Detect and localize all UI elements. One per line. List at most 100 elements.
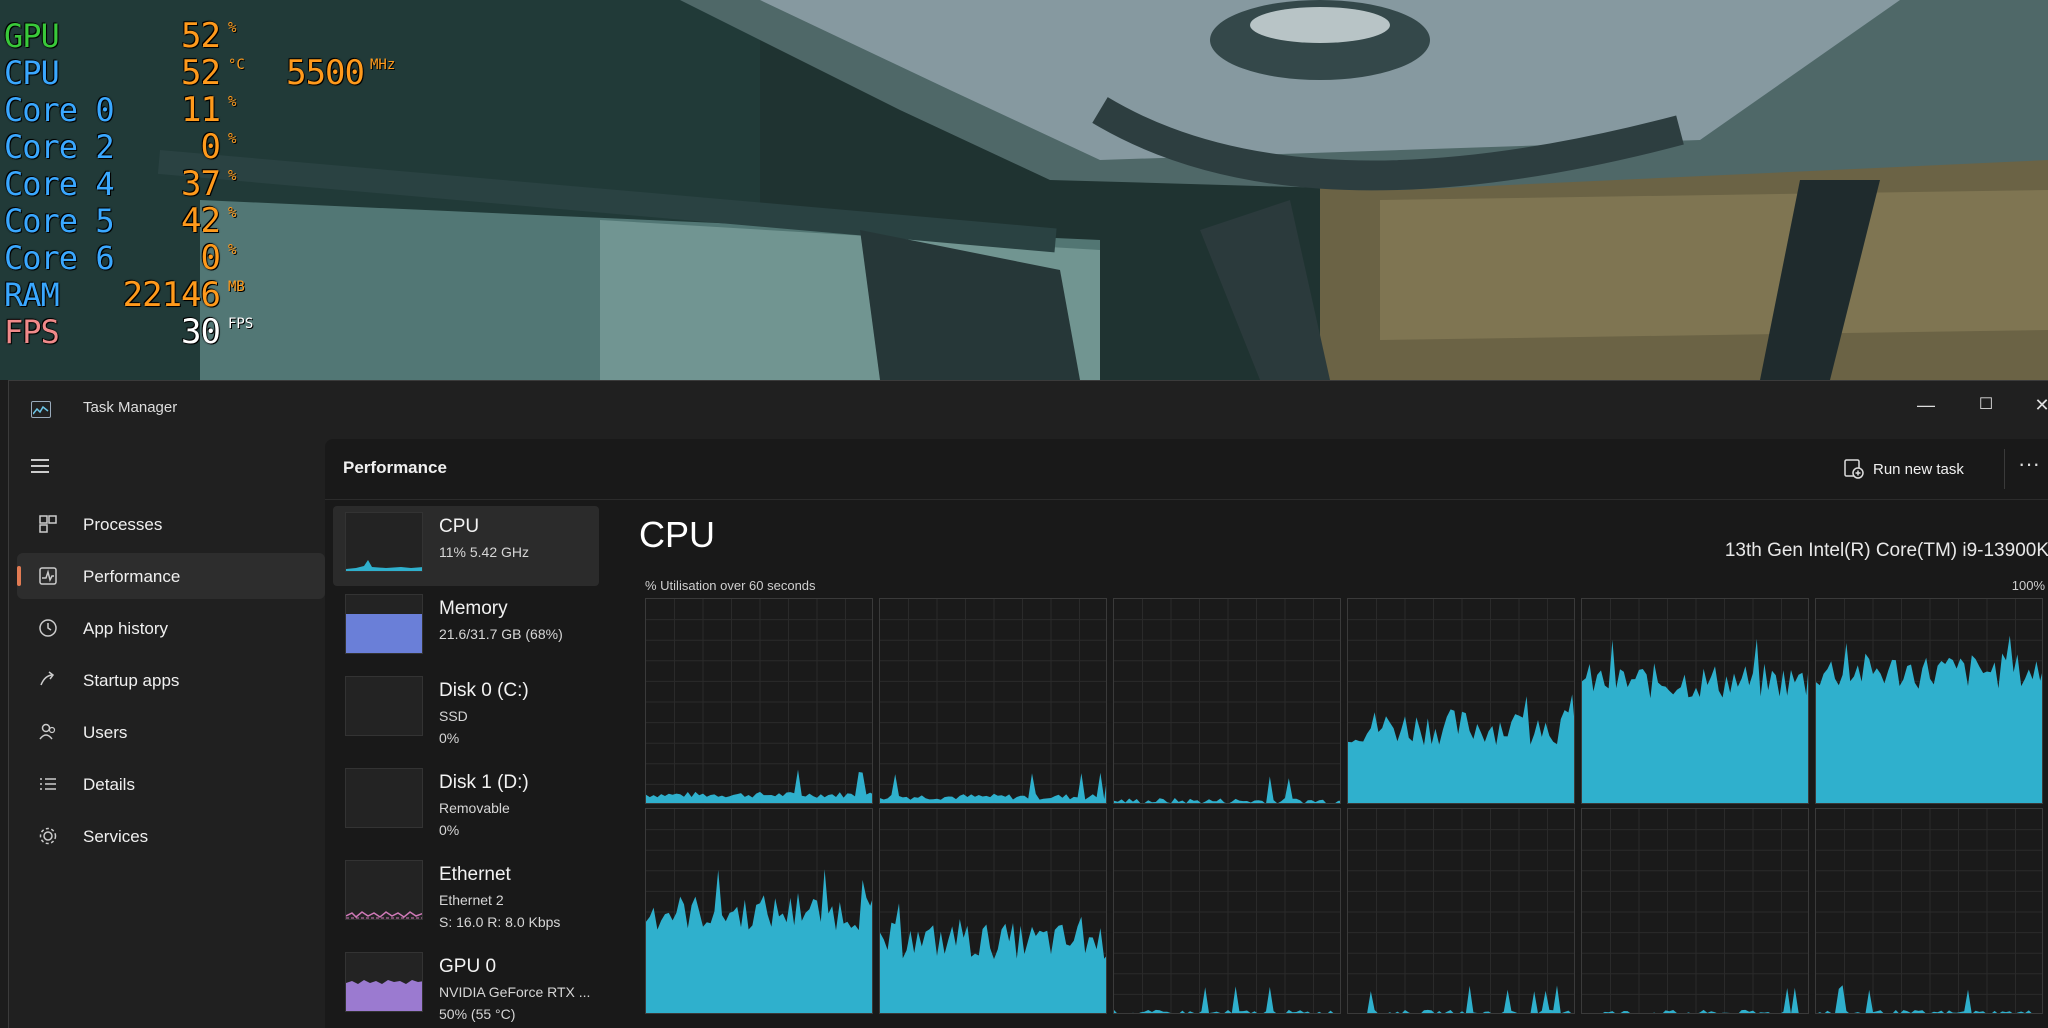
sidebar-item-startup-apps[interactable]: Startup apps xyxy=(17,657,325,703)
osd-row-cpu: CPU 52 °C 5500 MHz xyxy=(4,55,464,92)
osd-label: RAM xyxy=(4,276,60,314)
menu-icon[interactable] xyxy=(31,457,53,477)
osd-unit: FPS xyxy=(228,316,254,332)
osd-label: Core 5 xyxy=(4,202,115,240)
maximize-button[interactable]: ☐ xyxy=(1963,389,2009,421)
osd-value: 22146 xyxy=(122,275,221,315)
more-options-button[interactable]: ··· xyxy=(2009,449,2048,483)
osd-unit: MB xyxy=(228,279,245,295)
sidebar-item-label: Details xyxy=(83,775,135,794)
osd-label: Core 0 xyxy=(4,91,115,129)
core-utilisation-graph xyxy=(1581,808,1809,1014)
details-icon xyxy=(40,778,56,790)
device-detail: NVIDIA GeForce RTX ... xyxy=(439,984,591,1000)
device-disk1[interactable]: Disk 1 (D:) Removable 0% xyxy=(333,762,599,842)
osd-label: CPU xyxy=(4,54,60,92)
sidebar-item-services[interactable]: Services xyxy=(17,813,325,859)
core-utilisation-graph xyxy=(1347,808,1575,1014)
users-icon xyxy=(39,723,56,740)
device-usage: 0% xyxy=(439,730,460,746)
osd-clock-value: 5500 xyxy=(286,53,365,93)
osd-label: GPU xyxy=(4,17,60,55)
osd-row-fps: FPS 30 FPS xyxy=(4,314,464,351)
disk0-thumbnail-graph xyxy=(345,676,423,736)
device-detail: 21.6/31.7 GB (68%) xyxy=(439,626,563,642)
cpu-thumbnail-graph xyxy=(345,512,423,572)
sidebar-item-processes[interactable]: Processes xyxy=(17,501,325,547)
core-utilisation-graph xyxy=(1815,598,2043,804)
core-utilisation-graph xyxy=(879,808,1107,1014)
history-icon xyxy=(39,619,57,637)
core-utilisation-graph xyxy=(1347,598,1575,804)
osd-label: FPS xyxy=(4,313,60,351)
device-name: Memory xyxy=(439,598,508,619)
cpu-title: CPU xyxy=(639,514,716,555)
osd-value: 11 xyxy=(181,90,221,130)
sidebar-item-app-history[interactable]: App history xyxy=(17,605,325,651)
osd-value: 30 xyxy=(181,312,221,352)
osd-unit: % xyxy=(228,131,237,147)
osd-unit: % xyxy=(228,205,237,221)
osd-value: 52 xyxy=(181,16,221,56)
utilisation-max-label: 100% xyxy=(2011,578,2045,593)
sidebar-item-performance[interactable]: Performance xyxy=(17,553,325,599)
gpu-thumbnail-graph xyxy=(345,952,423,1012)
osd-unit: % xyxy=(228,20,237,36)
osd-row-core4: Core 4 37 % xyxy=(4,166,464,203)
sidebar-item-details[interactable]: Details xyxy=(17,761,325,807)
osd-row-core2: Core 2 0 % xyxy=(4,129,464,166)
device-cpu[interactable]: CPU 11% 5.42 GHz xyxy=(333,506,599,586)
osd-unit: % xyxy=(228,94,237,110)
core-utilisation-graph xyxy=(1815,808,2043,1014)
sidebar-item-users[interactable]: Users xyxy=(17,709,325,755)
osd-label: Core 2 xyxy=(4,128,115,166)
osd-row-ram: RAM 22146 MB xyxy=(4,277,464,314)
run-new-task-button[interactable]: Run new task xyxy=(1843,453,1993,485)
device-usage: 0% xyxy=(439,822,460,838)
core-utilisation-graph xyxy=(879,598,1107,804)
osd-unit: % xyxy=(228,242,237,258)
osd-label: Core 4 xyxy=(4,165,115,203)
osd-value: 42 xyxy=(181,201,221,241)
sidebar-item-label: Services xyxy=(83,827,149,846)
minimize-button[interactable]: — xyxy=(1903,389,1949,421)
device-usage: S: 16.0 R: 8.0 Kbps xyxy=(439,914,561,930)
run-task-icon xyxy=(1844,459,1864,479)
close-button[interactable]: ✕ xyxy=(2019,389,2048,421)
page-title: Performance xyxy=(343,458,447,477)
task-manager-window: Task Manager — ☐ ✕ Processes Performance… xyxy=(8,380,2048,1028)
core-utilisation-graph xyxy=(1113,808,1341,1014)
device-detail: Ethernet 2 xyxy=(439,892,504,908)
utilisation-label: % Utilisation over 60 seconds xyxy=(645,578,816,593)
startup-icon xyxy=(40,671,55,686)
device-list: CPU 11% 5.42 GHz Memory 21.6/31.7 GB (68… xyxy=(325,499,615,1028)
osd-label: Core 6 xyxy=(4,239,115,277)
window-title: Task Manager xyxy=(83,399,178,416)
device-name: Disk 1 (D:) xyxy=(439,772,529,793)
core-utilisation-graph xyxy=(645,598,873,804)
device-name: Disk 0 (C:) xyxy=(439,680,529,701)
device-disk0[interactable]: Disk 0 (C:) SSD 0% xyxy=(333,670,599,750)
sidebar-item-label: Performance xyxy=(83,567,181,586)
title-bar[interactable]: Task Manager — ☐ ✕ xyxy=(9,381,2048,439)
device-memory[interactable]: Memory 21.6/31.7 GB (68%) xyxy=(333,588,599,668)
device-detail: SSD xyxy=(439,708,468,724)
device-ethernet[interactable]: Ethernet Ethernet 2 S: 16.0 R: 8.0 Kbps xyxy=(333,854,599,934)
sidebar-item-label: App history xyxy=(83,619,169,638)
content-header: Performance Run new task ··· xyxy=(325,439,2048,499)
osd-value: 52 xyxy=(181,53,221,93)
task-manager-icon xyxy=(31,401,51,418)
disk1-thumbnail-graph xyxy=(345,768,423,828)
memory-thumbnail-graph xyxy=(345,594,423,654)
processes-icon xyxy=(39,515,57,533)
performance-icon xyxy=(39,567,57,585)
sidebar: Processes Performance App history Startu… xyxy=(9,439,331,1028)
osd-clock-unit: MHz xyxy=(370,57,396,73)
device-gpu0[interactable]: GPU 0 NVIDIA GeForce RTX ... 50% (55 °C) xyxy=(333,946,599,1026)
device-detail: 11% 5.42 GHz xyxy=(439,544,530,560)
cpu-model-name: 13th Gen Intel(R) Core(TM) i9-13900K xyxy=(1724,540,2048,561)
device-name: Ethernet xyxy=(439,864,511,885)
core-utilisation-graph xyxy=(645,808,873,1014)
device-name: GPU 0 xyxy=(439,956,497,977)
osd-row-core0: Core 0 11 % xyxy=(4,92,464,129)
